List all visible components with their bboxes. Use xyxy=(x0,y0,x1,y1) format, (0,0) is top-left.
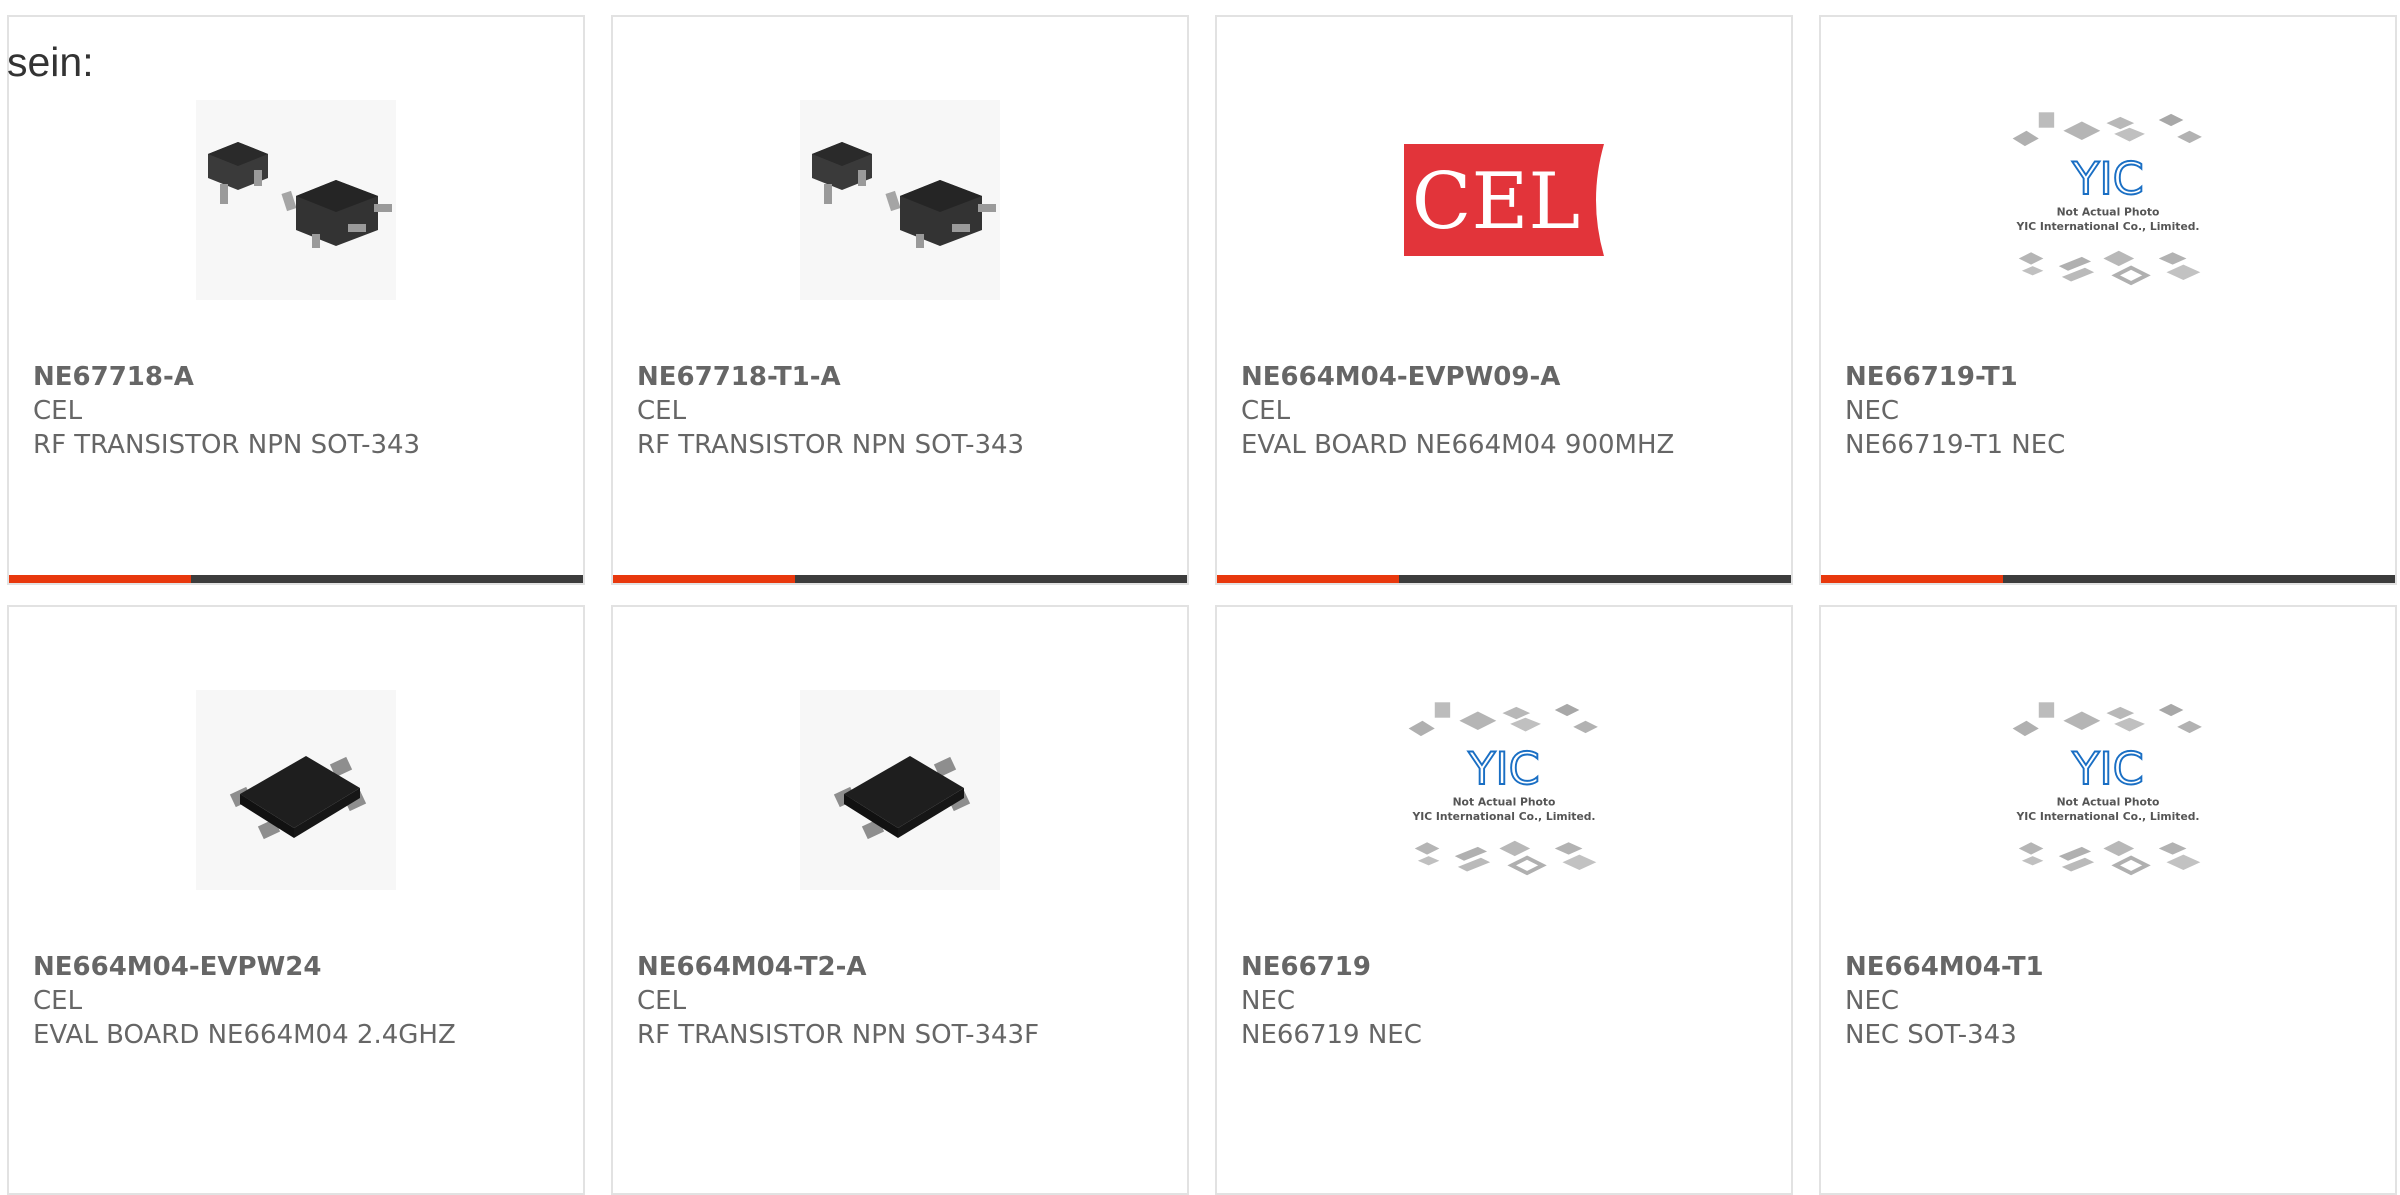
part-number[interactable]: NE67718-A xyxy=(33,360,559,394)
product-card[interactable]: NE67718-A CEL RF TRANSISTOR NPN SOT-343 xyxy=(7,15,585,585)
card-bottom-bar xyxy=(1821,575,2395,583)
manufacturer: NEC xyxy=(1845,986,1900,1016)
manufacturer: CEL xyxy=(1241,396,1291,426)
product-image[interactable]: YIC Not Actual Photo YIC International C… xyxy=(1217,665,1791,915)
sot-343-pair-photo-icon xyxy=(196,100,396,300)
part-number[interactable]: NE66719-T1 xyxy=(1845,360,2371,394)
card-bar-accent xyxy=(1821,575,2003,583)
product-image[interactable]: CEL xyxy=(1217,75,1791,325)
yic-logo-text: YIC xyxy=(2071,743,2144,795)
card-bottom-bar xyxy=(9,575,583,583)
description: NEC SOT-343 xyxy=(1845,1020,2017,1050)
yic-placeholder-icon: YIC Not Actual Photo YIC International C… xyxy=(2008,690,2208,890)
sot-343-pair-photo-icon xyxy=(800,100,1000,300)
yic-company-text: YIC International Co., Limited. xyxy=(2015,220,2199,233)
product-image[interactable]: YIC Not Actual Photo YIC International C… xyxy=(1821,665,2395,915)
product-card[interactable]: NE67718-T1-A CEL RF TRANSISTOR NPN SOT-3… xyxy=(611,15,1189,585)
cel-logo-text: CEL xyxy=(1412,157,1580,247)
cel-logo-icon: CEL xyxy=(1404,100,1604,300)
product-card[interactable]: NE664M04-T2-A CEL RF TRANSISTOR NPN SOT-… xyxy=(611,605,1189,1195)
description: EVAL BOARD NE664M04 900MHZ xyxy=(1241,430,1675,460)
manufacturer: NEC xyxy=(1845,396,1900,426)
manufacturer: NEC xyxy=(1241,986,1296,1016)
part-number[interactable]: NE66719 xyxy=(1241,950,1767,984)
part-number[interactable]: NE664M04-T2-A xyxy=(637,950,1163,984)
description: EVAL BOARD NE664M04 2.4GHZ xyxy=(33,1020,456,1050)
product-card[interactable]: YIC Not Actual Photo YIC International C… xyxy=(1819,15,2397,585)
product-image[interactable]: YIC Not Actual Photo YIC International C… xyxy=(1821,75,2395,325)
part-number[interactable]: NE664M04-EVPW24 xyxy=(33,950,559,984)
manufacturer: CEL xyxy=(637,396,687,426)
manufacturer: CEL xyxy=(33,986,83,1016)
yic-company-text: YIC International Co., Limited. xyxy=(1411,810,1595,823)
product-card[interactable]: NE664M04-EVPW24 CEL EVAL BOARD NE664M04 … xyxy=(7,605,585,1195)
card-bottom-bar xyxy=(613,575,1187,583)
yic-placeholder-icon: YIC Not Actual Photo YIC International C… xyxy=(1404,690,1604,890)
card-bar-accent xyxy=(9,575,191,583)
product-image[interactable] xyxy=(9,75,583,325)
description: RF TRANSISTOR NPN SOT-343 xyxy=(637,430,1025,460)
part-number[interactable]: NE664M04-EVPW09-A xyxy=(1241,360,1767,394)
part-number[interactable]: NE67718-T1-A xyxy=(637,360,1163,394)
product-image[interactable] xyxy=(613,665,1187,915)
description: NE66719 NEC xyxy=(1241,1020,1422,1050)
sot-343f-photo-icon xyxy=(800,690,1000,890)
card-bar-accent xyxy=(613,575,795,583)
manufacturer: CEL xyxy=(33,396,83,426)
manufacturer: CEL xyxy=(637,986,687,1016)
lead-text: sein: xyxy=(7,39,94,85)
card-bottom-bar xyxy=(1217,575,1791,583)
part-number[interactable]: NE664M04-T1 xyxy=(1845,950,2371,984)
card-bar-accent xyxy=(1217,575,1399,583)
product-card[interactable]: CEL NE664M04-EVPW09-A CEL EVAL BOARD NE6… xyxy=(1215,15,1793,585)
description: RF TRANSISTOR NPN SOT-343F xyxy=(637,1020,1040,1050)
description: RF TRANSISTOR NPN SOT-343 xyxy=(33,430,421,460)
yic-logo-text: YIC xyxy=(1467,743,1540,795)
product-card[interactable]: YIC Not Actual Photo YIC International C… xyxy=(1215,605,1793,1195)
yic-placeholder-icon: YIC Not Actual Photo YIC International C… xyxy=(2008,100,2208,300)
sot-343f-photo-icon xyxy=(196,690,396,890)
yic-company-text: YIC International Co., Limited. xyxy=(2015,810,2199,823)
product-card[interactable]: YIC Not Actual Photo YIC International C… xyxy=(1819,605,2397,1195)
not-actual-photo-text: Not Actual Photo xyxy=(2057,795,2160,808)
yic-logo-text: YIC xyxy=(2071,153,2144,205)
description: NE66719-T1 NEC xyxy=(1845,430,2066,460)
not-actual-photo-text: Not Actual Photo xyxy=(2057,205,2160,218)
not-actual-photo-text: Not Actual Photo xyxy=(1453,795,1556,808)
product-image[interactable] xyxy=(613,75,1187,325)
product-image[interactable] xyxy=(9,665,583,915)
